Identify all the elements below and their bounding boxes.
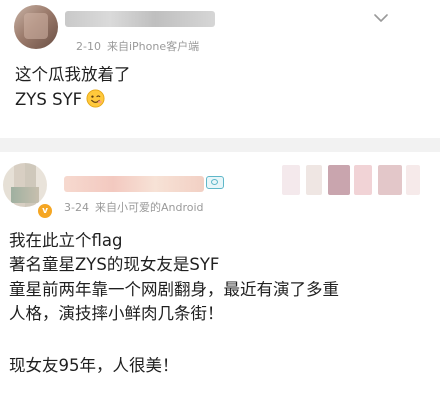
post-text-fragment: ZYS SYF — [15, 90, 83, 109]
blurred-decoration — [328, 165, 350, 195]
post-source: 来自iPhone客户端 — [106, 40, 200, 53]
post-text-line: 人格，演技摔小鲜肉几条街！ — [9, 304, 224, 323]
post-date: 3-24 — [64, 201, 89, 214]
blurred-decoration — [282, 165, 300, 195]
post-text-line: 我在此立个flag — [9, 231, 123, 250]
post-text-line: 著名童星ZYS的现女友是SYF — [9, 255, 220, 274]
smiling-face-emoji-icon — [86, 89, 105, 108]
post-text-line: 这个瓜我放着了 — [15, 65, 131, 84]
blurred-decoration — [378, 165, 402, 195]
blurred-decoration — [406, 165, 420, 195]
vip-icon — [206, 176, 224, 189]
post-separator — [0, 138, 440, 152]
post-text-line: 现女友95年，人很美！ — [9, 356, 179, 375]
username-blurred[interactable] — [65, 11, 215, 27]
weibo-post-1: 2-10 来自iPhone客户端 这个瓜我放着了 ZYS SYF — [0, 0, 440, 138]
avatar[interactable] — [3, 163, 47, 207]
post-meta: 3-24 来自小可爱的Android — [64, 199, 204, 215]
post-meta: 2-10 来自iPhone客户端 — [76, 38, 199, 54]
post-source: 来自小可爱的Android — [94, 201, 204, 214]
blurred-decoration — [306, 165, 322, 195]
post-text-line: ZYS SYF — [15, 88, 105, 112]
avatar[interactable] — [14, 5, 58, 49]
post-date: 2-10 — [76, 40, 101, 53]
username-blurred[interactable] — [64, 176, 204, 192]
chevron-down-icon[interactable] — [374, 13, 388, 23]
verified-badge-icon: v — [36, 202, 54, 220]
blurred-decoration — [354, 165, 372, 195]
post-text-line: 童星前两年靠一个网剧翻身，最近有演了多重 — [9, 280, 339, 299]
